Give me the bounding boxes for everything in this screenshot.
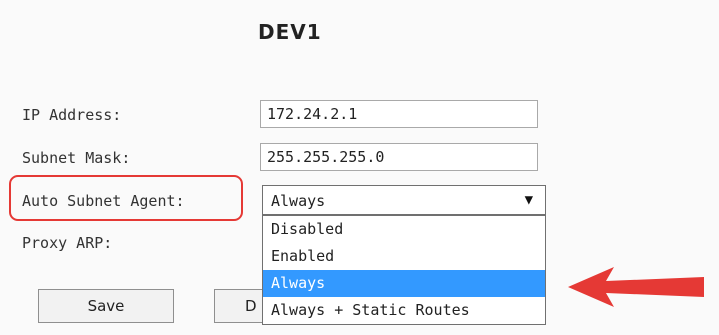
dropdown-arrow-icon[interactable]: ▼ bbox=[525, 192, 533, 208]
dropdown-option-always-static-routes[interactable]: Always + Static Routes bbox=[263, 297, 545, 324]
device-title: DEV1 bbox=[258, 20, 322, 44]
dropdown-option-disabled[interactable]: Disabled bbox=[263, 216, 545, 243]
auto-subnet-agent-select[interactable]: Always ▼ bbox=[262, 185, 546, 215]
proxy-arp-label: Proxy ARP: bbox=[22, 234, 113, 252]
red-arrow-shape bbox=[568, 267, 704, 307]
auto-subnet-agent-label: Auto Subnet Agent: bbox=[22, 192, 185, 210]
dropdown-list: Disabled Enabled Always Always + Static … bbox=[262, 215, 546, 325]
device-settings-panel: DEV1 IP Address: 172.24.2.1 Subnet Mask:… bbox=[0, 0, 719, 335]
ip-address-field[interactable]: 172.24.2.1 bbox=[260, 100, 538, 128]
ip-address-label: IP Address: bbox=[22, 106, 122, 124]
red-arrow-icon bbox=[568, 267, 704, 307]
save-button[interactable]: Save bbox=[38, 289, 174, 323]
subnet-mask-label: Subnet Mask: bbox=[22, 149, 131, 167]
subnet-mask-field[interactable]: 255.255.255.0 bbox=[260, 143, 538, 171]
dropdown-option-enabled[interactable]: Enabled bbox=[263, 243, 545, 270]
dropdown-option-always[interactable]: Always bbox=[263, 270, 545, 297]
select-value: Always bbox=[271, 192, 326, 210]
